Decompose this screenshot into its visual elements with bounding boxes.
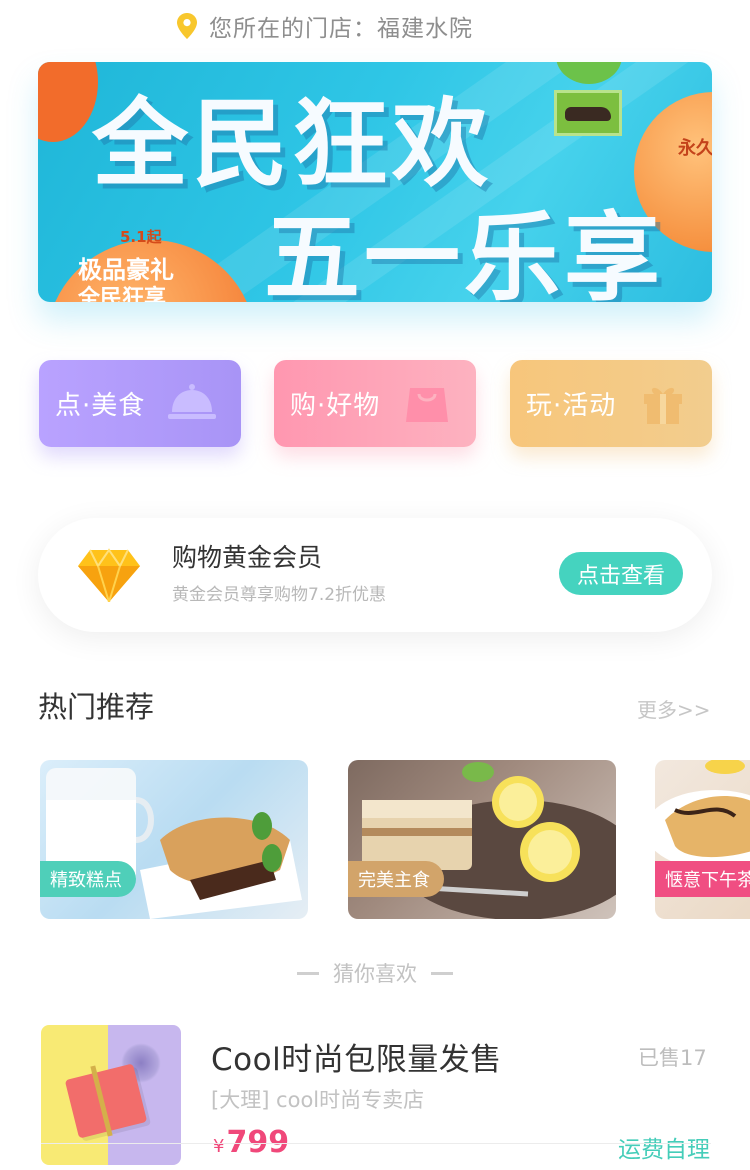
hot-item-pastry[interactable]: 精致糕点 (40, 760, 308, 919)
category-label: 玩·活动 (526, 391, 617, 421)
category-food-button[interactable]: 点·美食 (39, 360, 241, 447)
category-label: 点·美食 (55, 391, 146, 421)
hot-item-afternoon-tea[interactable]: 惬意下午茶 (655, 760, 750, 919)
hot-item-tag: 精致糕点 (40, 861, 136, 897)
gold-member-card[interactable]: 购物黄金会员 黄金会员尊享购物7.2折优惠 点击查看 (38, 518, 712, 632)
price-currency: ¥ (213, 1136, 225, 1157)
product-shipping: 运费自理 (618, 1137, 710, 1163)
hot-item-tag: 惬意下午茶 (655, 861, 750, 897)
food-cloche-icon (168, 384, 216, 419)
promo-banner[interactable]: 全民狂欢 五一乐享 5.1起 极品豪礼 全民狂享 永久 (38, 62, 712, 302)
banner-orb (38, 62, 98, 142)
store-location-label: 您所在的门店：福建水院 (209, 16, 473, 42)
member-description: 黄金会员尊享购物7.2折优惠 (172, 585, 387, 605)
member-title: 购物黄金会员 (172, 543, 323, 572)
product-name: Cool时尚包限量发售 (211, 1042, 502, 1078)
product-sold-count: 已售17 (638, 1046, 707, 1070)
guess-divider: 猜你喜欢 (0, 958, 750, 988)
divider-dash (297, 971, 319, 975)
category-activity-button[interactable]: 玩·活动 (510, 360, 712, 447)
gift-box-icon (644, 387, 682, 424)
hot-item-main-food[interactable]: 完美主食 (348, 760, 616, 919)
diamond-icon (78, 548, 140, 602)
banner-side-text: 永久 (678, 138, 712, 159)
product-image (41, 1025, 181, 1165)
banner-car-image (554, 90, 622, 136)
divider-dash (431, 971, 453, 975)
location-pin-icon (177, 13, 197, 39)
banner-gift-line-2: 全民狂享 (78, 286, 167, 302)
product-store-name: [大理] cool时尚专卖店 (211, 1088, 425, 1112)
banner-date-tag: 5.1起 (120, 228, 162, 246)
hot-section-title: 热门推荐 (38, 690, 155, 724)
hot-item-tag: 完美主食 (348, 861, 444, 897)
guess-title: 猜你喜欢 (333, 962, 417, 986)
hot-more-link[interactable]: 更多>> (637, 694, 711, 723)
store-location-bar[interactable]: 您所在的门店：福建水院 (0, 0, 750, 52)
banner-headline-2: 五一乐享 (264, 202, 664, 302)
category-shop-button[interactable]: 购·好物 (274, 360, 476, 447)
product-list-item[interactable]: Cool时尚包限量发售 已售17 [大理] cool时尚专卖店 ¥799 运费自… (0, 1024, 750, 1170)
view-member-button[interactable]: 点击查看 (559, 552, 683, 595)
category-label: 购·好物 (290, 391, 381, 421)
shopping-bag-icon (406, 388, 448, 422)
divider-line (41, 1143, 711, 1144)
